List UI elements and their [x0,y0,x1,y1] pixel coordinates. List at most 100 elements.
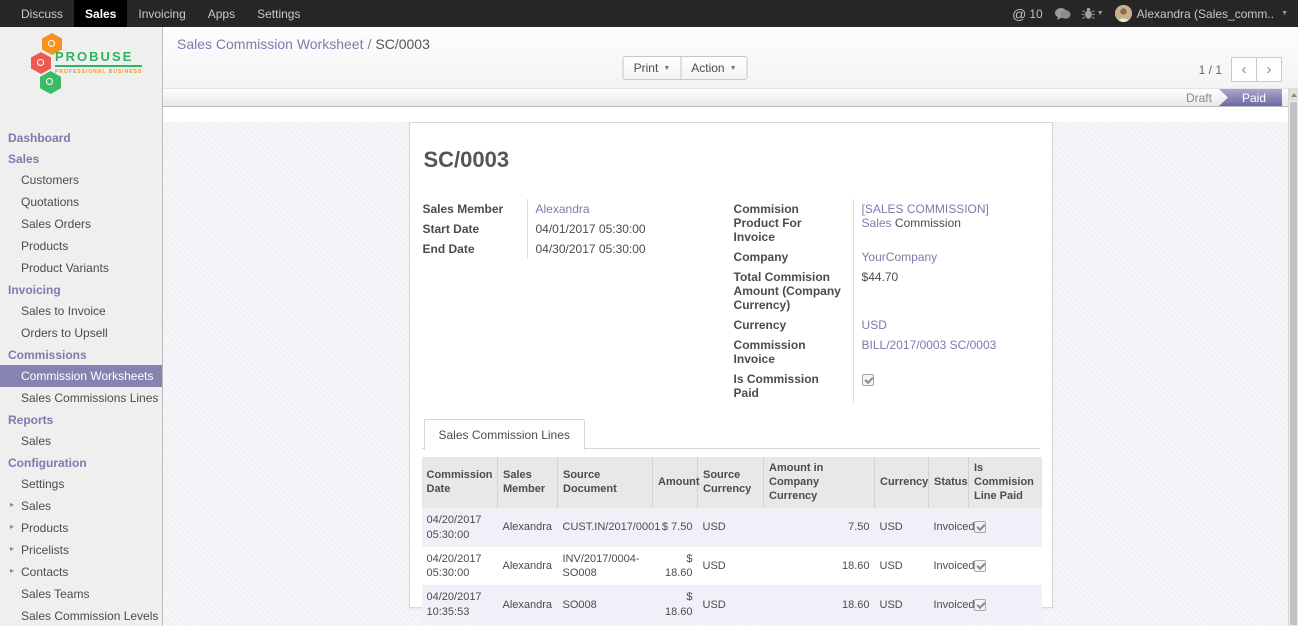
sidebar: PROBUSE PROFESSIONAL BUSINESS DashboardS… [0,27,163,626]
sidebar-item-sales[interactable]: Sales [0,430,162,452]
topbar-menu-discuss[interactable]: Discuss [10,0,74,27]
cell-company_amount: 18.60 [764,547,875,586]
sidebar-item-settings[interactable]: Settings [0,473,162,495]
cell-amount: $ 18.60 [653,547,698,586]
sidebar-item-products[interactable]: Products [0,235,162,257]
form-sheet: SC/0003 Sales MemberAlexandraStart Date0… [409,122,1053,608]
expand-caret-icon[interactable]: ▸ [10,566,14,575]
breadcrumb-current: SC/0003 [375,36,429,52]
at-icon: @ [1012,6,1026,22]
field-value: [SALES COMMISSION] Sales Commission [853,199,1040,247]
field-link[interactable]: YourCompany [862,250,938,264]
expand-caret-icon[interactable]: ▸ [10,500,14,509]
table-row[interactable]: 04/20/2017 10:35:53AlexandraSO008$ 18.60… [422,585,1042,624]
cell-member: Alexandra [498,585,558,624]
control-panel: Sales Commission Worksheet/SC/0003 Print… [163,27,1298,88]
col-header-status[interactable]: Status [929,457,969,508]
status-state-paid[interactable]: Paid [1219,89,1282,106]
col-header-source-currency[interactable]: Source Currency [698,457,764,508]
company-logo[interactable]: PROBUSE PROFESSIONAL BUSINESS [0,27,162,127]
col-header-commission-date[interactable]: Commission Date [422,457,498,508]
sidebar-item-sales-orders[interactable]: Sales Orders [0,213,162,235]
sidebar-item-orders-to-upsell[interactable]: Orders to Upsell [0,322,162,344]
sidebar-item-commission-worksheets[interactable]: Commission Worksheets [0,365,162,387]
print-button[interactable]: Print ▼ [623,56,682,80]
sidebar-item-sales-teams[interactable]: Sales Teams [0,583,162,605]
pager-next-button[interactable]: › [1256,57,1282,82]
topbar-menu-settings[interactable]: Settings [246,0,311,27]
col-header-sales-member[interactable]: Sales Member [498,457,558,508]
field-label: Is Commission Paid [733,369,853,403]
sidebar-item-customers[interactable]: Customers [0,169,162,191]
line-paid-checkbox[interactable] [974,560,986,572]
messages-icon[interactable] [1054,7,1071,21]
field-link[interactable]: USD [862,318,887,332]
field-link[interactable]: BILL/2017/0003 SC/0003 [862,338,997,352]
breadcrumb: Sales Commission Worksheet/SC/0003 [163,27,1298,52]
sidebar-section-invoicing[interactable]: Invoicing [0,279,162,300]
user-menu[interactable]: Alexandra (Sales_comm.. ▼ [1115,5,1288,22]
scroll-up-button[interactable] [1289,88,1298,101]
table-row[interactable]: 04/20/2017 05:30:00AlexandraINV/2017/000… [422,547,1042,586]
col-header-amount[interactable]: Amount [653,457,698,508]
sidebar-section-configuration[interactable]: Configuration [0,452,162,473]
bug-icon [1082,7,1095,20]
sidebar-item-label: Customers [21,173,79,187]
topbar-menu-sales[interactable]: Sales [74,0,127,27]
cell-amount: $ 18.60 [653,585,698,624]
sidebar-item-contacts[interactable]: ▸Contacts [0,561,162,583]
col-header-source-document[interactable]: Source Document [558,457,653,508]
field-commision-product-for-invoice: Commision Product For Invoice[SALES COMM… [733,199,1040,247]
col-header-currency[interactable]: Currency [875,457,929,508]
expand-caret-icon[interactable]: ▸ [10,544,14,553]
action-button[interactable]: Action ▼ [680,56,747,80]
field-group-right: Commision Product For Invoice[SALES COMM… [733,199,1040,403]
topbar-menu-apps[interactable]: Apps [197,0,246,27]
line-paid-checkbox[interactable] [974,599,986,611]
cell-member: Alexandra [498,508,558,547]
pager-previous-button[interactable]: ‹ [1231,57,1257,82]
breadcrumb-separator: / [367,36,371,52]
checkbox-is-commission-paid[interactable] [862,374,874,386]
sidebar-item-product-variants[interactable]: Product Variants [0,257,162,279]
systray: @ 10 ▼ Alexandra (Sales_comm.. ▼ [1012,0,1298,27]
sidebar-item-sales-commissions-lines[interactable]: Sales Commissions Lines [0,387,162,409]
sidebar-section-sales[interactable]: Sales [0,148,162,169]
sidebar-item-label: Sales [21,499,51,513]
scrollbar-thumb[interactable] [1290,102,1297,625]
mention-counter[interactable]: @ 10 [1012,6,1043,22]
sidebar-section-reports[interactable]: Reports [0,409,162,430]
field-value: 04/30/2017 05:30:00 [527,239,723,259]
debug-menu[interactable]: ▼ [1082,7,1104,20]
cell-company_amount: 18.60 [764,585,875,624]
breadcrumb-parent-link[interactable]: Sales Commission Worksheet [177,36,363,52]
sidebar-section-dashboard[interactable]: Dashboard [0,127,162,148]
cell-currency: USD [875,508,929,547]
sidebar-item-label: Product Variants [21,261,109,275]
sidebar-item-pricelists[interactable]: ▸Pricelists [0,539,162,561]
field-text: $44.70 [862,270,899,284]
expand-caret-icon[interactable]: ▸ [10,522,14,531]
tab-sales-commission-lines[interactable]: Sales Commission Lines [424,419,585,450]
col-header-is-commision-line-paid[interactable]: Is Commision Line Paid [969,457,1042,508]
field-link[interactable]: Alexandra [536,202,590,216]
sidebar-section-commissions[interactable]: Commissions [0,344,162,365]
sidebar-item-sales-to-invoice[interactable]: Sales to Invoice [0,300,162,322]
field-label: Commision Product For Invoice [733,199,853,247]
sidebar-item-sales-commission-levels[interactable]: Sales Commission Levels [0,605,162,626]
status-state-draft[interactable]: Draft [1170,89,1228,106]
cell-date: 04/20/2017 05:30:00 [422,547,498,586]
table-row[interactable]: 04/20/2017 05:30:00AlexandraCUST.IN/2017… [422,508,1042,547]
topbar-menu-invoicing[interactable]: Invoicing [127,0,196,27]
sidebar-item-quotations[interactable]: Quotations [0,191,162,213]
line-paid-checkbox[interactable] [974,521,986,533]
vertical-scrollbar[interactable] [1288,88,1298,626]
col-header-amount-in-company-currency[interactable]: Amount in Company Currency [764,457,875,508]
sidebar-item-products[interactable]: ▸Products [0,517,162,539]
cell-source: INV/2017/0004-SO008 [558,547,653,586]
statusbar: DraftPaid [163,88,1298,107]
sidebar-item-sales[interactable]: ▸ Sales [0,495,162,517]
field-value: 04/01/2017 05:30:00 [527,219,723,239]
sidebar-item-label: Quotations [21,195,79,209]
caret-down-icon: ▼ [1281,10,1288,17]
